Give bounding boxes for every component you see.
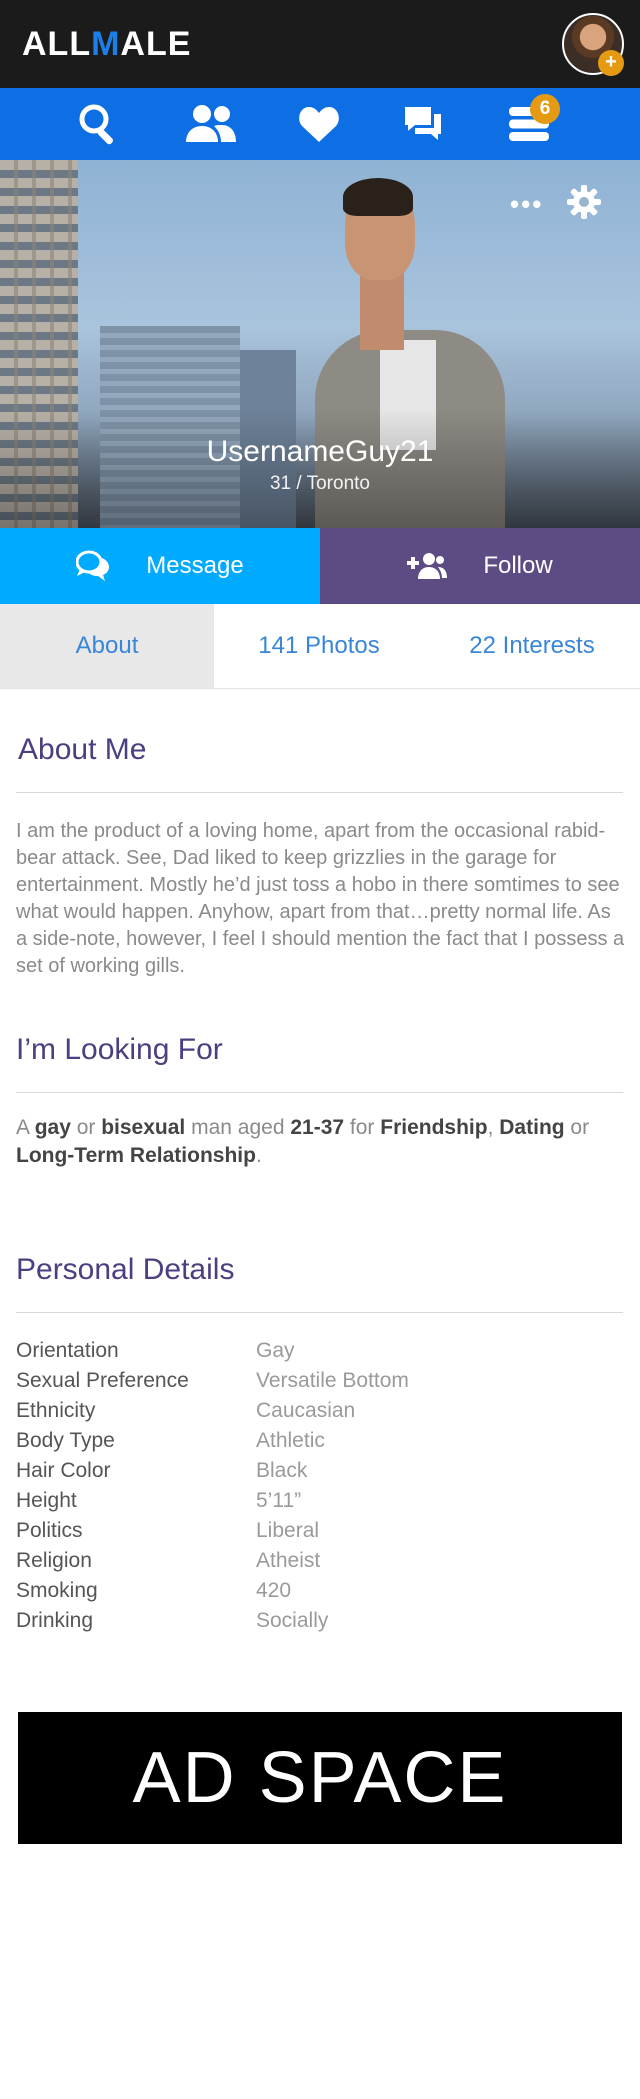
detail-label: Height [16, 1489, 77, 1512]
logo-text-ale: ALE [120, 25, 192, 63]
looking-text-d: for [344, 1116, 381, 1139]
looking-text-c: man aged [185, 1116, 291, 1139]
looking-orientation-1: gay [34, 1116, 71, 1139]
users-icon [186, 105, 236, 142]
top-bar: ALLMALE + [0, 0, 640, 88]
detail-value: Athletic [256, 1429, 325, 1452]
search-icon [79, 104, 113, 145]
tab-photos[interactable]: 141 Photos [214, 604, 424, 688]
notification-badge: 6 [530, 94, 560, 124]
detail-value: Caucasian [256, 1399, 356, 1422]
detail-value: Liberal [256, 1519, 320, 1542]
detail-value: Black [256, 1459, 308, 1482]
about-divider [16, 792, 623, 793]
app-logo[interactable]: ALLMALE [22, 24, 191, 64]
details-list: Orientation Gay Sexual Preference Versatil… [16, 1336, 626, 1636]
tab-interests[interactable]: 22 Interests [424, 604, 640, 688]
looking-text-a: A [16, 1116, 35, 1139]
detail-label: Orientation [16, 1339, 119, 1362]
looking-title: I’m Looking For [16, 1033, 223, 1066]
detail-row: Ethnicity Caucasian [16, 1396, 626, 1426]
detail-label: Body Type [16, 1429, 115, 1452]
looking-text-g: . [255, 1144, 262, 1167]
detail-label: Hair Color [16, 1459, 111, 1482]
about-title: About Me [18, 733, 147, 766]
nav-favorites-button[interactable] [274, 88, 364, 160]
follow-button-label: Follow [483, 552, 553, 579]
ad-banner[interactable]: AD SPACE [18, 1712, 622, 1844]
detail-row: Smoking 420 [16, 1576, 626, 1606]
detail-row: Orientation Gay [16, 1336, 626, 1366]
detail-label: Religion [16, 1549, 92, 1572]
detail-row: Height 5’11” [16, 1486, 626, 1516]
detail-label: Sexual Preference [16, 1369, 189, 1392]
profile-age-location: 31 / Toronto [269, 473, 370, 494]
gear-icon[interactable] [566, 184, 602, 225]
looking-goal-3: Long-Term Relationship [16, 1144, 256, 1167]
nav-messages-button[interactable] [378, 88, 468, 160]
looking-text-b: or [70, 1116, 102, 1139]
looking-text-e: , [487, 1116, 500, 1139]
logo-text-all: ALL [22, 25, 92, 63]
detail-value: 5’11” [256, 1489, 302, 1512]
looking-orientation-2: bisexual [101, 1116, 186, 1139]
detail-row: Politics Liberal [16, 1516, 626, 1546]
looking-text-f: or [564, 1116, 590, 1139]
detail-row: Drinking Socially [16, 1606, 626, 1636]
profile-username: UsernameGuy21 [206, 435, 434, 468]
nav-menu-button[interactable] [484, 88, 574, 160]
detail-label: Ethnicity [16, 1399, 96, 1422]
detail-row: Hair Color Black [16, 1456, 626, 1486]
avatar-add-badge[interactable]: + [598, 50, 624, 76]
follow-button[interactable]: Follow [320, 528, 640, 604]
detail-value: Versatile Bottom [256, 1369, 409, 1392]
hero-person-hair [343, 178, 413, 216]
detail-value: Gay [256, 1339, 295, 1362]
more-options-icon[interactable]: ••• [510, 191, 543, 217]
detail-label: Politics [16, 1519, 83, 1542]
nav-users-button[interactable] [166, 88, 256, 160]
details-title: Personal Details [16, 1253, 235, 1286]
looking-goal-2: Dating [499, 1116, 565, 1139]
message-button-label: Message [146, 552, 244, 579]
logo-text-m: M [91, 25, 121, 63]
detail-value: Atheist [256, 1549, 321, 1572]
chat-icon [405, 107, 441, 140]
detail-label: Smoking [16, 1579, 98, 1602]
tab-about[interactable]: About [0, 604, 214, 688]
about-text: I am the product of a loving home, apart… [16, 820, 625, 977]
profile-tabs: About 141 Photos 22 Interests [0, 604, 640, 689]
details-divider [16, 1312, 623, 1313]
looking-goal-1: Friendship [380, 1116, 488, 1139]
detail-label: Drinking [16, 1609, 94, 1632]
looking-text: A gay or bisexual man aged 21-37 for Fri… [16, 1114, 626, 1170]
looking-age-range: 21-37 [290, 1116, 345, 1139]
looking-divider [16, 1092, 623, 1093]
detail-row: Body Type Athletic [16, 1426, 626, 1456]
chat-bubbles-icon [76, 550, 110, 581]
add-user-icon [407, 553, 448, 579]
detail-value: Socially [256, 1609, 329, 1632]
nav-search-button[interactable] [54, 88, 144, 160]
detail-row: Religion Atheist [16, 1546, 626, 1576]
detail-value: 420 [256, 1579, 292, 1602]
message-button[interactable]: Message [0, 528, 320, 604]
heart-icon [299, 107, 339, 142]
detail-row: Sexual Preference Versatile Bottom [16, 1366, 626, 1396]
hero-person-neck [360, 270, 404, 350]
